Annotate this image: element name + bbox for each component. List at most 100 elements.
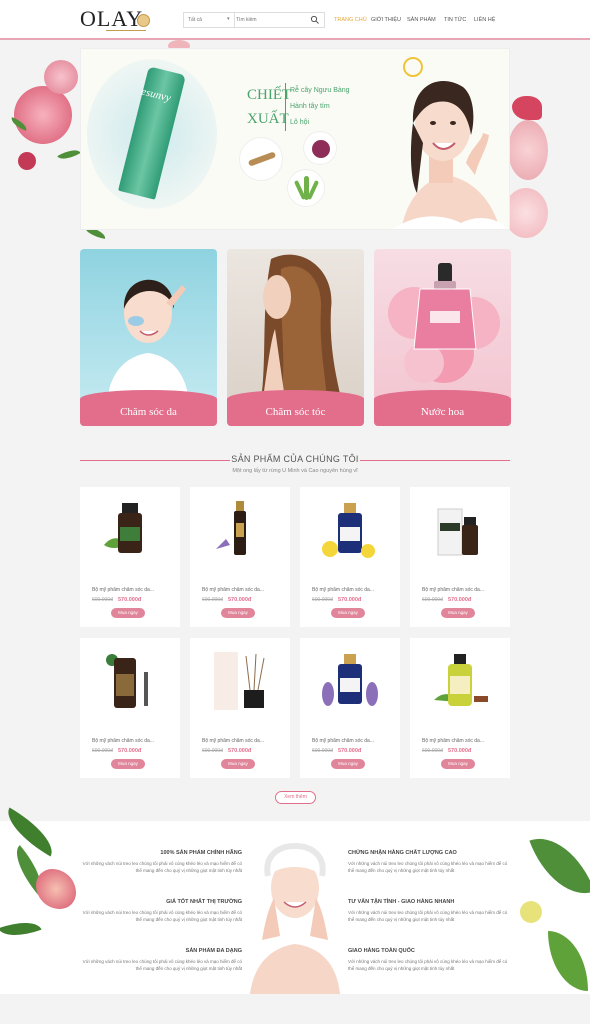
search-divider <box>234 13 235 27</box>
product-old-price: 600.000đ <box>312 748 333 754</box>
product-image <box>322 654 378 706</box>
product-image <box>437 508 478 556</box>
product-name[interactable]: Bộ mỹ phẩm chăm sóc da... <box>202 587 284 593</box>
category-skincare[interactable]: Chăm sóc da <box>80 249 217 426</box>
skincare-model-image <box>250 842 340 994</box>
product-card[interactable]: Bộ mỹ phẩm chăm sóc da... 600.000đ 570.0… <box>190 638 290 778</box>
logo[interactable]: OLAY <box>80 6 143 32</box>
product-name[interactable]: Bộ mỹ phẩm chăm sóc da... <box>92 738 174 744</box>
product-image <box>214 652 265 710</box>
feature-title: Giao hàng toàn quốc <box>348 948 415 954</box>
feature-title: Tư vấn tận tình - Giao hàng nhanh <box>348 899 455 905</box>
category-perfume[interactable]: Nước hoa <box>374 249 511 426</box>
perfume-bottle-image <box>388 263 500 383</box>
nav-item-about[interactable]: Giới thiệu <box>371 17 401 23</box>
logo-seal-icon <box>137 14 150 27</box>
feature-title: 100% sản phẩm chính hãng <box>160 850 242 856</box>
burdock-root-image <box>239 137 283 181</box>
product-card[interactable]: Bộ mỹ phẩm chăm sóc da... 600.000đ 570.0… <box>410 638 510 778</box>
product-old-price: 600.000đ <box>92 748 113 754</box>
feature-desc: Với những vách núi treo leo chúng tôi ph… <box>348 959 508 971</box>
product-old-price: 600.000đ <box>202 748 223 754</box>
product-name[interactable]: Bộ mỹ phẩm chăm sóc da... <box>202 738 284 744</box>
buy-now-button[interactable]: Mua ngay <box>441 759 475 769</box>
section-title: SẢN PHẨM CỦA CHÚNG TÔI <box>231 454 359 464</box>
banner-ingredients: Rễ cây Ngưu Bàng Hành tây tím Lô hội <box>285 83 350 131</box>
category-haircare[interactable]: Chăm sóc tóc <box>227 249 364 426</box>
chevron-down-icon[interactable]: ▾ <box>227 16 230 22</box>
product-card[interactable]: Bộ mỹ phẩm chăm sóc da... 600.000đ 570.0… <box>80 638 180 778</box>
product-old-price: 600.000đ <box>422 597 443 603</box>
product-name[interactable]: Bộ mỹ phẩm chăm sóc da... <box>422 738 504 744</box>
feature-title: Giá tốt nhất thị trường <box>166 899 242 905</box>
product-price: 570.000đ <box>338 597 362 603</box>
skincare-model-image <box>108 279 188 395</box>
product-name[interactable]: Bộ mỹ phẩm chăm sóc da... <box>312 587 394 593</box>
search-category-select[interactable]: Tất cả <box>188 17 202 23</box>
product-image <box>322 503 375 558</box>
feature-desc: Với những vách núi treo leo chúng tôi ph… <box>348 910 508 922</box>
product-price: 570.000đ <box>118 597 142 603</box>
buy-now-button[interactable]: Mua ngay <box>221 608 255 618</box>
logo-underline <box>106 30 146 31</box>
feature-desc: Với những vách núi treo leo chúng tôi ph… <box>348 861 508 873</box>
product-old-price: 600.000đ <box>92 597 113 603</box>
feature-title: Chứng nhận hàng chất lượng cao <box>348 850 457 856</box>
smiling-model-image <box>394 81 508 229</box>
search-bar: Tất cả ▾ <box>183 12 325 28</box>
product-image <box>216 501 246 555</box>
product-old-price: 600.000đ <box>422 748 443 754</box>
feature-item: Tư vấn tận tình - Giao hàng nhanh Với nh… <box>348 899 508 923</box>
product-price: 570.000đ <box>448 748 472 754</box>
product-card[interactable]: Bộ mỹ phẩm chăm sóc da... 600.000đ 570.0… <box>410 487 510 627</box>
features-section: 100% sản phẩm chính hãng Với những vách … <box>0 807 590 994</box>
buy-now-button[interactable]: Mua ngay <box>331 759 365 769</box>
search-icon[interactable] <box>310 15 320 25</box>
product-card[interactable]: Bộ mỹ phẩm chăm sóc da... 600.000đ 570.0… <box>190 487 290 627</box>
product-old-price: 600.000đ <box>312 597 333 603</box>
nav-item-home[interactable]: Trang chủ <box>334 17 367 23</box>
feature-item: 100% sản phẩm chính hãng Với những vách … <box>82 850 242 874</box>
feature-desc: Với những vách núi treo leo chúng tôi ph… <box>82 861 242 873</box>
nav-item-products[interactable]: Sản phẩm <box>407 17 436 23</box>
product-card[interactable]: Bộ mỹ phẩm chăm sóc da... 600.000đ 570.0… <box>80 487 180 627</box>
aloe-vera-image <box>287 169 325 207</box>
product-price: 570.000đ <box>228 748 252 754</box>
product-name[interactable]: Bộ mỹ phẩm chăm sóc da... <box>422 587 504 593</box>
feature-desc: Với những vách núi treo leo chúng tôi ph… <box>82 910 242 922</box>
haircare-model-image <box>261 254 341 399</box>
product-image <box>434 654 488 706</box>
product-card[interactable]: Bộ mỹ phẩm chăm sóc da... 600.000đ 570.0… <box>300 487 400 627</box>
buy-now-button[interactable]: Mua ngay <box>111 759 145 769</box>
buy-now-button[interactable]: Mua ngay <box>331 608 365 618</box>
product-image <box>106 654 148 708</box>
buy-now-button[interactable]: Mua ngay <box>221 759 255 769</box>
search-input[interactable] <box>236 15 306 25</box>
product-name[interactable]: Bộ mỹ phẩm chăm sóc da... <box>312 738 394 744</box>
red-onion-image <box>303 131 337 165</box>
category-label: Nước hoa <box>420 406 465 418</box>
feature-item: Giao hàng toàn quốc Với những vách núi t… <box>348 948 508 972</box>
feature-desc: Với những vách núi treo leo chúng tôi ph… <box>82 959 242 971</box>
product-image <box>104 503 142 553</box>
category-label: Chăm sóc tóc <box>265 406 326 418</box>
product-price: 570.000đ <box>448 597 472 603</box>
feature-item: Sản phẩm đa dạng Với những vách núi treo… <box>82 948 242 972</box>
buy-now-button[interactable]: Mua ngay <box>441 608 475 618</box>
product-old-price: 600.000đ <box>202 597 223 603</box>
nav-item-news[interactable]: Tin tức <box>444 17 466 23</box>
category-label: Chăm sóc da <box>120 406 177 418</box>
product-price: 570.000đ <box>118 748 142 754</box>
product-price: 570.000đ <box>228 597 252 603</box>
nav-item-contact[interactable]: Liên hệ <box>474 17 495 23</box>
buy-now-button[interactable]: Mua ngay <box>111 608 145 618</box>
view-more-button[interactable]: Xem thêm <box>275 791 316 804</box>
site-header: OLAY Tất cả ▾ Trang chủ Giới thiệu Sản p… <box>0 0 590 40</box>
product-name[interactable]: Bộ mỹ phẩm chăm sóc da... <box>92 587 174 593</box>
feature-item: Giá tốt nhất thị trường Với những vách n… <box>82 899 242 923</box>
hero-banner[interactable]: esunvy CHIẾT XUẤT Rễ cây Ngưu Bàng Hành … <box>80 48 510 230</box>
section-subtitle: Một ong lấy từ rừng U Minh và Cao nguyên… <box>232 468 358 474</box>
feature-item: Chứng nhận hàng chất lượng cao Với những… <box>348 850 508 874</box>
product-price: 570.000đ <box>338 748 362 754</box>
product-card[interactable]: Bộ mỹ phẩm chăm sóc da... 600.000đ 570.0… <box>300 638 400 778</box>
